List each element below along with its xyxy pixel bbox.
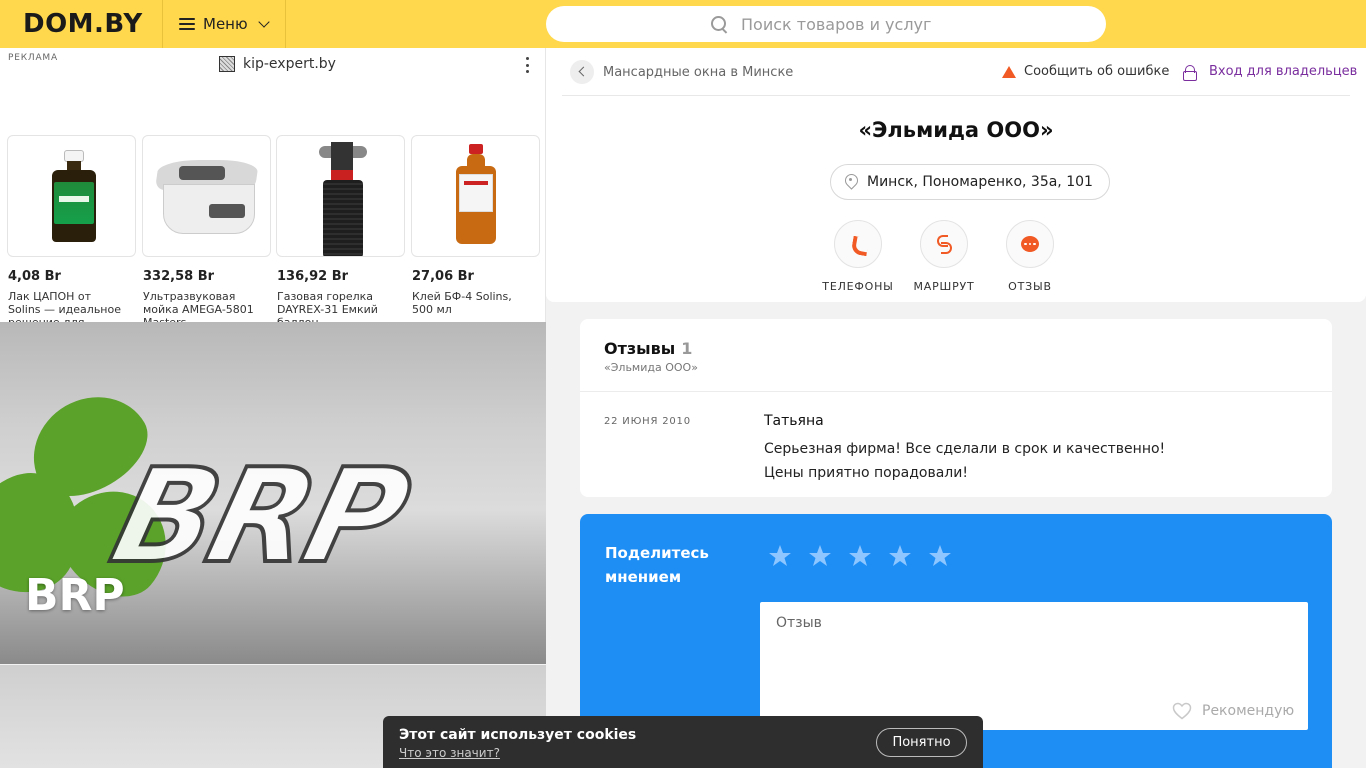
product-name[interactable]: Клей БФ-4 Solins, 500 мл	[411, 290, 533, 316]
reviews-section: Отзывы 1 «Эльмида ООО» 22 ИЮНЯ 2010 Татья…	[580, 319, 1332, 497]
owners-login-link[interactable]: Вход для владельцев	[1183, 64, 1358, 81]
cookie-accept-button[interactable]: Понятно	[876, 728, 967, 757]
product-image[interactable]	[276, 135, 405, 257]
company-card: Мансардные окна в Минске Сообщить об оши…	[546, 48, 1366, 302]
reviews-count: 1	[681, 339, 693, 358]
site-header: DOM.BY Меню	[0, 0, 1366, 48]
rating-stars	[768, 544, 952, 568]
search-icon	[711, 16, 727, 32]
review-author: Татьяна	[764, 413, 824, 429]
favicon-icon	[219, 56, 235, 72]
search-input[interactable]	[741, 14, 941, 34]
ad-product[interactable]: 4,08 Br Лак ЦАПОН от Solins — идеальное …	[7, 135, 136, 342]
ad-label: РЕКЛАМА	[8, 53, 58, 63]
address-chip[interactable]: Минск, Пономаренко, 35а, 101	[830, 164, 1110, 200]
review-button[interactable]: ОТЗЫВ	[990, 220, 1070, 293]
site-logo[interactable]: DOM.BY	[23, 9, 143, 39]
product-price: 27,06 Br	[412, 269, 474, 284]
brand-banner[interactable]: BRP BRP	[0, 322, 546, 664]
location-pin-icon	[845, 174, 857, 190]
product-price: 136,92 Br	[277, 269, 349, 284]
hamburger-icon	[179, 18, 195, 30]
recommend-toggle[interactable]: Рекомендую	[1172, 702, 1294, 720]
warning-icon	[1002, 65, 1016, 78]
star-icon[interactable]	[768, 544, 792, 568]
review-text: Серьезная фирма! Все сделали в срок и ка…	[764, 441, 1166, 481]
phones-button[interactable]: ТЕЛЕФОНЫ	[818, 220, 898, 293]
route-button[interactable]: МАРШРУТ	[904, 220, 984, 293]
ad-product[interactable]: 136,92 Br Газовая горелка DAYREX-31 Емки…	[276, 135, 405, 329]
product-image[interactable]	[411, 135, 540, 257]
share-title: Поделитесь мнением	[605, 544, 709, 586]
reviews-subtitle: «Эльмида ООО»	[604, 361, 698, 374]
reviews-title: Отзывы 1	[604, 339, 693, 358]
report-error-label: Сообщить об ошибке	[1024, 64, 1170, 79]
chat-icon	[1021, 236, 1039, 252]
route-icon	[936, 235, 952, 254]
divider	[580, 391, 1332, 392]
address-text: Минск, Пономаренко, 35а, 101	[867, 174, 1093, 190]
heart-icon	[1172, 702, 1192, 720]
company-name: «Эльмида ООО»	[858, 118, 1054, 142]
star-icon[interactable]	[928, 544, 952, 568]
review-label: ОТЗЫВ	[1008, 280, 1052, 293]
cookie-banner: Этот сайт использует cookies Что это зна…	[383, 716, 983, 768]
search-box[interactable]	[546, 6, 1106, 42]
recommend-label: Рекомендую	[1202, 703, 1295, 719]
ad-site-link[interactable]: kip-expert.by	[219, 56, 336, 72]
cookie-title: Этот сайт использует cookies	[399, 727, 637, 743]
cookie-info-link[interactable]: Что это значит?	[399, 746, 500, 760]
brand-logo: BRP	[97, 438, 421, 594]
ad-site-name: kip-expert.by	[243, 56, 336, 72]
chevron-down-icon	[257, 15, 270, 28]
phones-label: ТЕЛЕФОНЫ	[822, 280, 894, 293]
divider	[562, 95, 1350, 96]
product-image[interactable]	[142, 135, 271, 257]
product-image[interactable]	[7, 135, 136, 257]
star-icon[interactable]	[808, 544, 832, 568]
back-button[interactable]	[570, 60, 594, 84]
owners-login-label: Вход для владельцев	[1209, 64, 1358, 79]
ad-product[interactable]: 332,58 Br Ультразвуковая мойка AMEGA-580…	[142, 135, 271, 329]
product-price: 4,08 Br	[8, 269, 61, 284]
breadcrumb[interactable]: Мансардные окна в Минске	[603, 65, 793, 80]
menu-label: Меню	[203, 15, 248, 33]
lock-icon	[1183, 64, 1197, 81]
product-price: 332,58 Br	[143, 269, 215, 284]
more-options-icon[interactable]	[526, 57, 530, 73]
banner-title: BRP	[25, 570, 125, 621]
route-label: МАРШРУТ	[913, 280, 975, 293]
phone-icon	[850, 236, 866, 252]
star-icon[interactable]	[848, 544, 872, 568]
menu-button[interactable]: Меню	[162, 0, 286, 48]
star-icon[interactable]	[888, 544, 912, 568]
ad-block: РЕКЛАМА kip-expert.by 4,08 Br Лак ЦАПОН …	[0, 48, 546, 342]
report-error-link[interactable]: Сообщить об ошибке	[1002, 64, 1169, 79]
review-date: 22 ИЮНЯ 2010	[604, 416, 691, 427]
ad-product[interactable]: 27,06 Br Клей БФ-4 Solins, 500 мл	[411, 135, 540, 316]
